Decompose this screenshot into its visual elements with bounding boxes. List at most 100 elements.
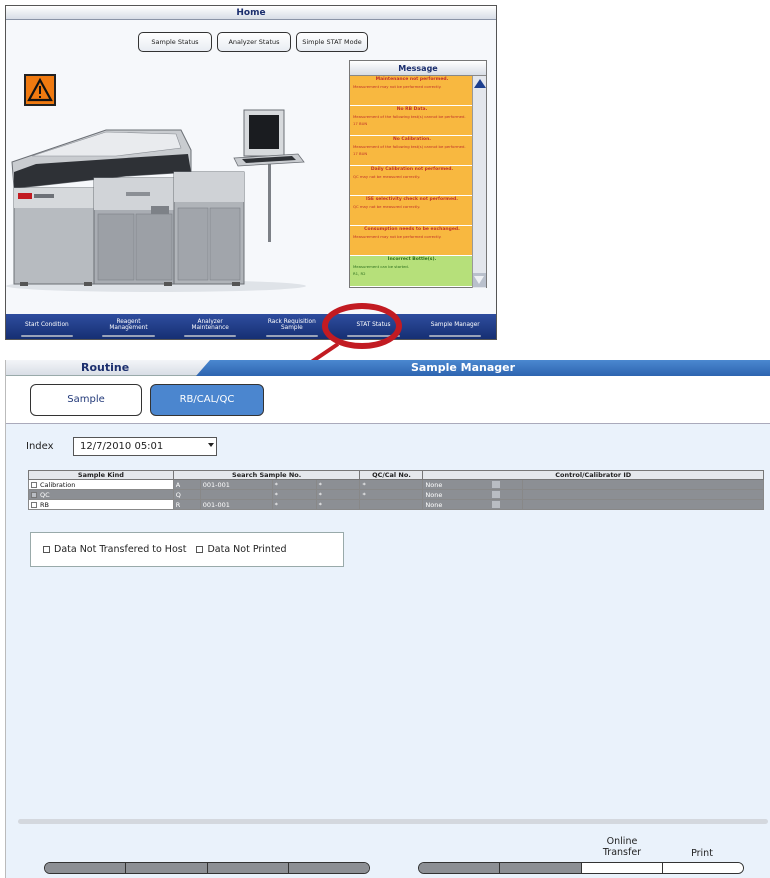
row-qc-cal-no[interactable]: * bbox=[359, 479, 424, 490]
function-button[interactable] bbox=[500, 863, 582, 873]
filter-label: Data Not Printed bbox=[207, 544, 287, 555]
message-detail: QC may not be measured correctly. bbox=[353, 204, 421, 209]
row-empty bbox=[522, 489, 764, 500]
row-checkbox[interactable] bbox=[31, 481, 37, 488]
message-item[interactable]: ISE selectivity check not performed. QC … bbox=[350, 196, 474, 226]
print-label: Print bbox=[691, 848, 713, 859]
sample-manager-header: Routine Sample Manager bbox=[6, 360, 770, 376]
function-button[interactable] bbox=[45, 863, 127, 873]
message-item[interactable]: No RB Data. Measurement of the following… bbox=[350, 106, 474, 136]
checkbox[interactable] bbox=[43, 546, 50, 553]
online-transfer-button[interactable] bbox=[581, 863, 663, 873]
row-kind-cell[interactable]: QC bbox=[28, 489, 174, 500]
message-detail: Measurement can be started. bbox=[353, 264, 410, 269]
row-qc-cal-no[interactable] bbox=[359, 499, 424, 510]
row-id-dropdown[interactable]: None bbox=[422, 499, 524, 510]
chevron-down-icon[interactable] bbox=[492, 501, 501, 508]
message-panel-header: Message bbox=[350, 61, 486, 76]
function-button[interactable] bbox=[419, 863, 501, 873]
row-search-2[interactable]: * bbox=[315, 489, 361, 500]
message-extra: 17 BUN bbox=[353, 121, 368, 126]
tab-sample-status[interactable]: Sample Status bbox=[138, 32, 212, 52]
row-search-1[interactable]: * bbox=[271, 489, 317, 500]
table-row[interactable]: QC Q * * * None bbox=[28, 489, 764, 500]
checkbox[interactable] bbox=[196, 546, 204, 553]
routine-label: Routine bbox=[6, 360, 211, 376]
row-kind-cell[interactable]: Calibration bbox=[28, 479, 174, 490]
chevron-down-icon[interactable] bbox=[492, 491, 501, 498]
filter-not-transferred[interactable]: Data Not Transfered to Host bbox=[43, 544, 186, 555]
row-id-dropdown[interactable]: None bbox=[422, 479, 524, 490]
row-search-2[interactable]: * bbox=[315, 479, 361, 490]
index-dropdown[interactable]: 12/7/2010 05:01 bbox=[73, 437, 217, 456]
function-button-bar-right bbox=[418, 862, 744, 874]
message-item[interactable]: No Calibration. Measurement of the follo… bbox=[350, 136, 474, 166]
rack-requisition-sample-button[interactable]: Rack Requisition Sample bbox=[251, 314, 333, 339]
row-sample-no[interactable] bbox=[199, 489, 273, 500]
tab-simple-stat-mode[interactable]: Simple STAT Mode bbox=[296, 32, 368, 52]
message-scrollbar[interactable] bbox=[472, 76, 486, 288]
header-control-calibrator-id: Control/Calibrator ID bbox=[422, 470, 764, 480]
online-transfer-label: Online Transfer bbox=[602, 836, 642, 858]
filter-not-printed[interactable]: Data Not Printed bbox=[196, 544, 287, 555]
row-empty bbox=[522, 479, 764, 490]
table-row[interactable]: Calibration A 001-001 * * * None bbox=[28, 479, 764, 490]
page-title: Sample Manager bbox=[196, 360, 770, 376]
sample-manager-button[interactable]: Sample Manager bbox=[414, 314, 496, 339]
row-kind: QC bbox=[40, 490, 50, 499]
row-search-1[interactable]: * bbox=[271, 499, 317, 510]
row-kind-cell[interactable]: RB bbox=[28, 499, 174, 510]
analyzer-maintenance-button[interactable]: Analyzer Maintenance bbox=[169, 314, 251, 339]
home-title: Home bbox=[6, 6, 496, 20]
message-title: No RB Data. bbox=[396, 107, 428, 112]
divider bbox=[18, 819, 768, 824]
table-header-row: Sample Kind Search Sample No. QC/Cal No.… bbox=[28, 470, 764, 480]
message-title: Daily Calibration not performed. bbox=[370, 167, 454, 172]
row-checkbox[interactable] bbox=[31, 501, 37, 508]
row-id-dropdown[interactable]: None bbox=[422, 489, 524, 500]
row-search-2[interactable]: * bbox=[315, 499, 361, 510]
analyzer-illustration bbox=[6, 109, 306, 292]
row-sample-no[interactable]: 001-001 bbox=[199, 479, 273, 490]
chevron-down-icon[interactable] bbox=[492, 481, 501, 488]
message-detail: Measurement may not be performed correct… bbox=[353, 84, 442, 89]
tab-analyzer-status[interactable]: Analyzer Status bbox=[217, 32, 291, 52]
message-title: No Calibration. bbox=[392, 137, 432, 142]
message-item[interactable]: Maintenance not performed. Measurement m… bbox=[350, 76, 474, 106]
row-search-1[interactable]: * bbox=[271, 479, 317, 490]
index-value: 12/7/2010 05:01 bbox=[80, 441, 164, 452]
message-list[interactable]: Maintenance not performed. Measurement m… bbox=[350, 76, 474, 288]
print-button[interactable] bbox=[662, 863, 743, 873]
home-bottom-bar: Start Condition Reagent Management Analy… bbox=[6, 314, 496, 339]
header-qc-cal-no: QC/Cal No. bbox=[359, 470, 424, 480]
function-button[interactable] bbox=[288, 863, 369, 873]
message-title: Incorrect Bottle(s). bbox=[387, 257, 437, 262]
row-qc-cal-no[interactable]: * bbox=[359, 489, 424, 500]
start-condition-button[interactable]: Start Condition bbox=[6, 314, 88, 339]
sample-kind-table: Sample Kind Search Sample No. QC/Cal No.… bbox=[28, 470, 764, 510]
message-item[interactable]: Daily Calibration not performed. QC may … bbox=[350, 166, 474, 196]
message-detail: Measurement may not be performed correct… bbox=[353, 234, 442, 239]
row-sample-no[interactable]: 001-001 bbox=[199, 499, 273, 510]
scroll-down-arrow-icon[interactable] bbox=[473, 273, 486, 287]
message-extra: 17 BUN bbox=[353, 151, 368, 156]
row-checkbox[interactable] bbox=[31, 491, 37, 498]
scroll-up-arrow-icon[interactable] bbox=[474, 79, 486, 88]
chevron-down-icon[interactable] bbox=[208, 443, 214, 447]
function-button[interactable] bbox=[207, 863, 289, 873]
message-item[interactable]: Incorrect Bottle(s). Measurement can be … bbox=[350, 256, 474, 287]
message-item[interactable]: Consumption needs to be exchanged. Measu… bbox=[350, 226, 474, 256]
row-id-value: None bbox=[425, 480, 443, 489]
row-code: Q bbox=[172, 489, 201, 500]
table-row[interactable]: RB R 001-001 * * None bbox=[28, 499, 764, 510]
header-search-sample-no: Search Sample No. bbox=[172, 470, 361, 480]
message-detail: Measurement of the following test(s) can… bbox=[353, 114, 466, 119]
reagent-management-button[interactable]: Reagent Management bbox=[88, 314, 170, 339]
tab-sample[interactable]: Sample bbox=[30, 384, 142, 416]
message-extra: R1, R2 bbox=[353, 271, 366, 276]
tab-rb-cal-qc[interactable]: RB/CAL/QC bbox=[150, 384, 264, 416]
function-button[interactable] bbox=[126, 863, 208, 873]
row-empty bbox=[522, 499, 764, 510]
row-code: A bbox=[172, 479, 201, 490]
tab-row: Sample RB/CAL/QC bbox=[6, 376, 770, 424]
